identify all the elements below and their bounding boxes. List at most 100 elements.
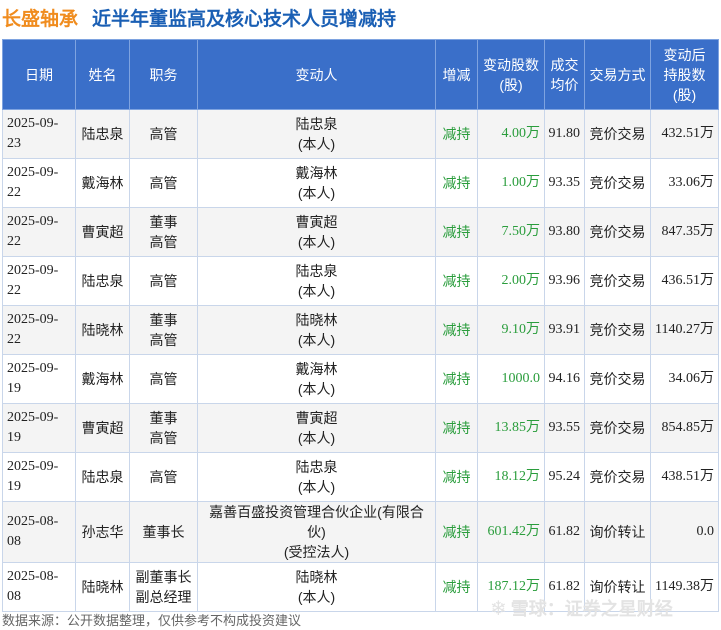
cell-method: 竞价交易 (584, 207, 651, 257)
table-row: 2025-09-19 戴海林 高管 戴海林 (本人) 减持 1000.0 94.16 竞价交易 3… (2, 354, 719, 404)
cell-date: 2025-09-22 (2, 207, 76, 257)
xueqiu-logo-text: 雪球：证券之星财经 (510, 599, 673, 619)
cell-person: 曹寅超 (本人) (197, 403, 436, 453)
cell-method: 竞价交易 (584, 403, 651, 453)
table-row: 2025-09-22 曹寅超 董事 高管 曹寅超 (本人) 减持 7.50万 93.80 竞价交易… (2, 207, 719, 257)
cell-name: 戴海林 (75, 354, 130, 404)
cell-holding: 33.06万 (650, 158, 719, 208)
cell-method: 竞价交易 (584, 256, 651, 306)
cell-price: 95.24 (544, 452, 585, 502)
cell-position: 副董事长 副总经理 (129, 562, 198, 612)
header-col-position: 职务 (129, 39, 198, 110)
cell-person: 戴海林 (本人) (197, 354, 436, 404)
cell-date: 2025-09-22 (2, 256, 76, 306)
cell-name: 陆忠泉 (75, 109, 130, 159)
cell-position: 高管 (129, 109, 198, 159)
cell-shares: 7.50万 (477, 207, 545, 257)
cell-person: 陆晓林 (本人) (197, 562, 436, 612)
cell-price: 94.16 (544, 354, 585, 404)
cell-shares: 9.10万 (477, 305, 545, 355)
cell-direction: 减持 (435, 354, 478, 404)
cell-holding: 854.85万 (650, 403, 719, 453)
cell-price: 61.82 (544, 501, 585, 563)
table-row: 2025-09-22 陆晓林 董事 高管 陆晓林 (本人) 减持 9.10万 93.91 竞价交易… (2, 305, 719, 355)
cell-name: 曹寅超 (75, 207, 130, 257)
cell-date: 2025-09-22 (2, 305, 76, 355)
header-col-date: 日期 (2, 39, 76, 110)
table-row: 2025-09-23 陆忠泉 高管 陆忠泉 (本人) 减持 4.00万 91.80 竞价交易 43… (2, 109, 719, 159)
data-source-note: 数据来源：公开数据整理，仅供参考不构成投资建议 (2, 613, 302, 628)
cell-date: 2025-09-22 (2, 158, 76, 208)
cell-method: 竞价交易 (584, 109, 651, 159)
header-col-shares: 变动股数 (股) (477, 39, 545, 110)
cell-price: 93.80 (544, 207, 585, 257)
cell-person: 陆忠泉 (本人) (197, 256, 436, 306)
header-col-holding: 变动后 持股数 (股) (650, 39, 719, 110)
cell-holding: 438.51万 (650, 452, 719, 502)
cell-name: 陆忠泉 (75, 256, 130, 306)
header-col-price: 成交 均价 (544, 39, 585, 110)
cell-name: 陆晓林 (75, 305, 130, 355)
cell-direction: 减持 (435, 562, 478, 612)
title-bar: 长盛轴承 近半年董监高及核心技术人员增减持 (0, 0, 721, 34)
table-row: 2025-09-22 戴海林 高管 戴海林 (本人) 减持 1.00万 93.35 竞价交易 33… (2, 158, 719, 208)
cell-holding: 0.0 (650, 501, 719, 563)
cell-shares: 18.12万 (477, 452, 545, 502)
cell-position: 高管 (129, 158, 198, 208)
cell-name: 戴海林 (75, 158, 130, 208)
cell-position: 董事 高管 (129, 403, 198, 453)
table-body: 2025-09-23 陆忠泉 高管 陆忠泉 (本人) 减持 4.00万 91.80 竞价交易 43… (2, 109, 719, 612)
cell-person: 陆忠泉 (本人) (197, 109, 436, 159)
cell-holding: 436.51万 (650, 256, 719, 306)
cell-date: 2025-09-23 (2, 109, 76, 159)
table-row: 2025-08-08 孙志华 董事长 嘉善百盛投资管理合伙企业(有限合伙) (受控法人)… (2, 501, 719, 563)
cell-direction: 减持 (435, 256, 478, 306)
table-row: 2025-09-19 曹寅超 董事 高管 曹寅超 (本人) 减持 13.85万 93.55 竞价交… (2, 403, 719, 453)
cell-person: 戴海林 (本人) (197, 158, 436, 208)
cell-name: 孙志华 (75, 501, 130, 563)
cell-date: 2025-09-19 (2, 354, 76, 404)
company-name: 长盛轴承 (2, 9, 79, 30)
cell-position: 董事 高管 (129, 305, 198, 355)
cell-holding: 847.35万 (650, 207, 719, 257)
cell-shares: 601.42万 (477, 501, 545, 563)
cell-date: 2025-08-08 (2, 562, 76, 612)
cell-date: 2025-08-08 (2, 501, 76, 563)
snowball-icon: ❄ (490, 597, 507, 620)
page-title: 近半年董监高及核心技术人员增减持 (92, 9, 397, 30)
cell-holding: 432.51万 (650, 109, 719, 159)
cell-position: 董事 高管 (129, 207, 198, 257)
cell-price: 93.91 (544, 305, 585, 355)
cell-shares: 1.00万 (477, 158, 545, 208)
cell-price: 93.96 (544, 256, 585, 306)
cell-shares: 2.00万 (477, 256, 545, 306)
cell-position: 高管 (129, 256, 198, 306)
cell-date: 2025-09-19 (2, 403, 76, 453)
cell-holding: 34.06万 (650, 354, 719, 404)
cell-person: 曹寅超 (本人) (197, 207, 436, 257)
cell-method: 竞价交易 (584, 158, 651, 208)
cell-direction: 减持 (435, 207, 478, 257)
cell-method: 竞价交易 (584, 452, 651, 502)
cell-shares: 1000.0 (477, 354, 545, 404)
cell-direction: 减持 (435, 109, 478, 159)
cell-person: 陆忠泉 (本人) (197, 452, 436, 502)
cell-person: 陆晓林 (本人) (197, 305, 436, 355)
cell-direction: 减持 (435, 452, 478, 502)
cell-direction: 减持 (435, 501, 478, 563)
cell-shares: 4.00万 (477, 109, 545, 159)
cell-holding: 1140.27万 (650, 305, 719, 355)
cell-direction: 减持 (435, 158, 478, 208)
table-row: 2025-09-22 陆忠泉 高管 陆忠泉 (本人) 减持 2.00万 93.96 竞价交易 43… (2, 256, 719, 306)
cell-price: 93.35 (544, 158, 585, 208)
xueqiu-watermark-logo: ❄ 雪球：证券之星财经 (490, 595, 673, 621)
cell-direction: 减持 (435, 305, 478, 355)
cell-position: 高管 (129, 354, 198, 404)
cell-name: 曹寅超 (75, 403, 130, 453)
cell-date: 2025-09-19 (2, 452, 76, 502)
cell-position: 高管 (129, 452, 198, 502)
table-row: 2025-09-19 陆忠泉 高管 陆忠泉 (本人) 减持 18.12万 95.24 竞价交易 4… (2, 452, 719, 502)
cell-person: 嘉善百盛投资管理合伙企业(有限合伙) (受控法人) (197, 501, 436, 563)
cell-price: 91.80 (544, 109, 585, 159)
cell-position: 董事长 (129, 501, 198, 563)
